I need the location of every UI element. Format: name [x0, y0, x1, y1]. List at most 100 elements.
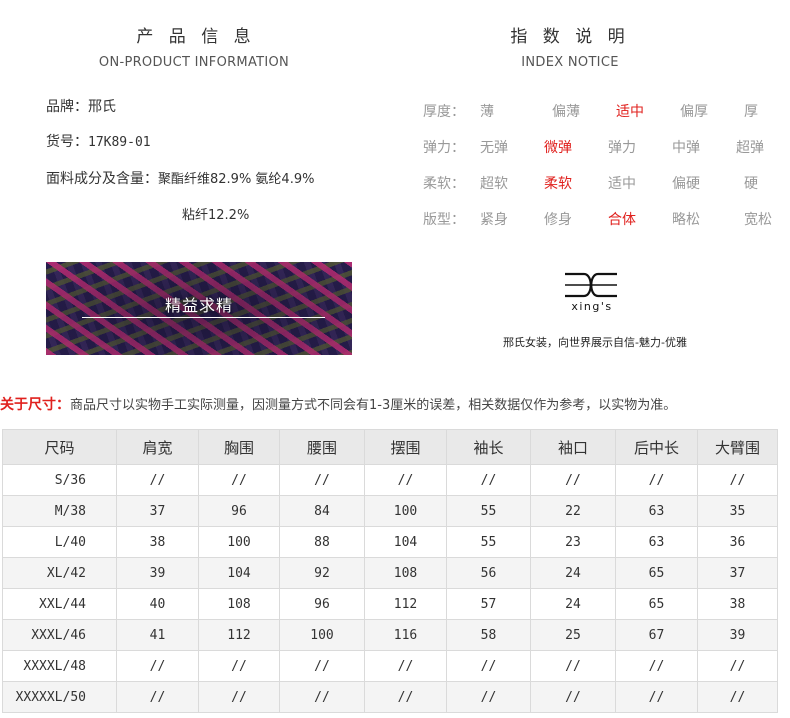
index-option: 厚 — [744, 104, 758, 120]
index-option: 硬 — [744, 176, 758, 192]
table-cell: 100 — [279, 619, 365, 651]
table-cell: 100 — [198, 526, 280, 558]
fabric-banner-image: 精益求精 — [46, 262, 352, 355]
table-cell: 37 — [697, 557, 778, 589]
table-cell: 108 — [198, 588, 280, 620]
table-cell-size: M/38 — [2, 495, 117, 527]
table-cell: 116 — [364, 619, 447, 651]
fabric-composition-2: 粘纤12.2% — [182, 208, 250, 223]
table-cell: // — [116, 650, 199, 682]
table-cell: 57 — [446, 588, 531, 620]
table-row: XXXXXL/50 // // // // // // // // — [2, 681, 778, 713]
size-table: 尺码 肩宽 胸围 腰围 摆围 袖长 袖口 后中长 大臂围 S/36 // // … — [2, 429, 778, 713]
banner-divider — [82, 317, 325, 318]
table-header-cell: 大臂围 — [697, 429, 778, 465]
table-cell-size: L/40 — [2, 526, 117, 558]
index-option: 无弹 — [480, 140, 508, 156]
table-cell: // — [198, 650, 280, 682]
table-row: L/40 38 100 88 104 55 23 63 36 — [2, 526, 778, 558]
index-option-selected: 柔软 — [544, 176, 572, 192]
banner-text: 精益求精 — [164, 296, 233, 315]
table-cell: 22 — [530, 495, 616, 527]
table-cell: // — [615, 681, 698, 713]
index-option-selected: 适中 — [616, 104, 644, 120]
table-cell: 24 — [530, 557, 616, 589]
index-option: 薄 — [480, 104, 494, 120]
table-header-cell: 胸围 — [198, 429, 280, 465]
brand-wordmark: xing's — [571, 300, 613, 313]
table-cell: 41 — [116, 619, 199, 651]
index-notice-title: 指 数 说 明 — [510, 27, 630, 47]
table-cell: 67 — [615, 619, 698, 651]
table-cell: // — [116, 681, 199, 713]
table-cell: // — [446, 464, 531, 496]
table-cell: 104 — [364, 526, 447, 558]
index-option: 紧身 — [480, 212, 508, 228]
table-cell: // — [615, 464, 698, 496]
index-option: 超弹 — [736, 140, 764, 156]
table-header-cell: 腰围 — [279, 429, 365, 465]
item-number-label: 货号： — [46, 134, 88, 150]
index-option: 弹力 — [608, 140, 636, 156]
table-cell: 96 — [279, 588, 365, 620]
table-cell: 37 — [116, 495, 199, 527]
table-cell: 112 — [198, 619, 280, 651]
index-option-selected: 合体 — [608, 212, 636, 228]
table-cell-size: XXXL/46 — [2, 619, 117, 651]
table-cell: // — [446, 681, 531, 713]
table-cell: // — [446, 650, 531, 682]
index-label: 版型： — [423, 212, 465, 228]
table-row: XXL/44 40 108 96 112 57 24 65 38 — [2, 588, 778, 620]
table-row: XXXXL/48 // // // // // // // // — [2, 650, 778, 682]
table-cell: 96 — [198, 495, 280, 527]
fabric-label: 面料成分及含量： — [46, 171, 158, 187]
table-cell: // — [116, 464, 199, 496]
table-cell: // — [364, 681, 447, 713]
table-cell-size: XXL/44 — [2, 588, 117, 620]
table-header-cell: 尺码 — [2, 429, 117, 465]
table-cell: 24 — [530, 588, 616, 620]
brand-line: 品牌：邢氏 — [46, 99, 116, 115]
index-option-selected: 微弹 — [544, 140, 572, 156]
table-cell: // — [530, 464, 616, 496]
index-option: 修身 — [544, 212, 572, 228]
table-row: S/36 // // // // // // // // — [2, 464, 778, 496]
index-option: 宽松 — [744, 212, 772, 228]
table-cell: 100 — [364, 495, 447, 527]
table-cell: 92 — [279, 557, 365, 589]
product-info-title: 产 品 信 息 — [136, 27, 256, 47]
index-option: 偏薄 — [552, 104, 580, 120]
table-cell: // — [697, 464, 778, 496]
table-cell: 38 — [116, 526, 199, 558]
table-header-cell: 袖长 — [446, 429, 531, 465]
table-cell: 84 — [279, 495, 365, 527]
table-cell: // — [697, 681, 778, 713]
index-option: 中弹 — [672, 140, 700, 156]
table-header-cell: 肩宽 — [116, 429, 199, 465]
table-cell: 108 — [364, 557, 447, 589]
table-cell: 39 — [116, 557, 199, 589]
table-cell: // — [279, 681, 365, 713]
table-cell: // — [364, 650, 447, 682]
fabric-composition-1: 聚酯纤维82.9% 氨纶4.9% — [158, 172, 315, 187]
table-header-cell: 袖口 — [530, 429, 616, 465]
table-cell: 40 — [116, 588, 199, 620]
index-notice-subtitle: INDEX NOTICE — [521, 55, 619, 70]
index-option: 略松 — [672, 212, 700, 228]
table-cell: 58 — [446, 619, 531, 651]
table-cell: 36 — [697, 526, 778, 558]
table-cell-size: XL/42 — [2, 557, 117, 589]
table-cell: // — [279, 464, 365, 496]
table-cell: // — [198, 681, 280, 713]
brand-slogan: 邢氏女装，向世界展示自信-魅力-优雅 — [503, 336, 687, 349]
table-cell: 104 — [198, 557, 280, 589]
table-cell-size: S/36 — [2, 464, 117, 496]
table-cell: 25 — [530, 619, 616, 651]
product-info-subtitle: ON-PRODUCT INFORMATION — [98, 55, 290, 70]
table-cell: 112 — [364, 588, 447, 620]
table-cell: 63 — [615, 495, 698, 527]
index-label: 弹力： — [423, 140, 465, 156]
table-cell: 65 — [615, 557, 698, 589]
table-cell: 65 — [615, 588, 698, 620]
item-number-line: 货号：17K89-01 — [46, 131, 151, 151]
